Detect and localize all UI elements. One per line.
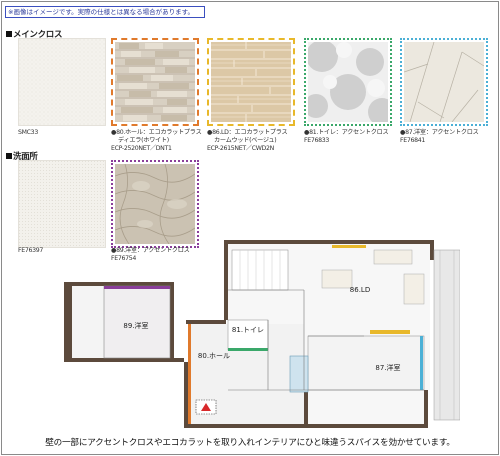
swatch-room89-cloth <box>111 160 199 248</box>
smc33-texture <box>19 39 105 125</box>
swatch-room87-cloth <box>400 38 488 126</box>
swatch-smc33 <box>18 38 106 126</box>
swatch-code-1: SMC33 <box>18 129 38 136</box>
bottom-caption: 壁の一部にアクセントクロスやエコカラットを取り入れインテリアにひと味違うスパイス… <box>45 438 455 448</box>
room-label-toilet: 81.トイレ <box>232 326 264 334</box>
disclaimer-note: ※画像はイメージです。実際の仕様とは異なる場合があります。 <box>5 6 205 18</box>
room-label-87: 87.洋室 <box>375 363 400 372</box>
room-label-89: 89.洋室 <box>123 321 148 330</box>
swatch-code-2: ECP-2520NET／DNT1 <box>111 145 172 152</box>
line-pattern-texture <box>403 41 485 123</box>
bullet-square-icon <box>6 31 12 37</box>
floor-plan-drawing: 86.LD 89.洋室 81.トイレ 80.ホール 87.洋室 <box>64 240 461 428</box>
room-label-hall: 80.ホール <box>198 352 230 360</box>
floor-plan: 86.LD 89.洋室 81.トイレ 80.ホール 87.洋室 <box>64 240 461 428</box>
bullet-square-icon <box>6 153 12 159</box>
fine-texture <box>19 161 105 247</box>
swatch-code-3: ECP-2615NET／CWD2N <box>207 145 274 152</box>
circle-pattern-texture <box>304 40 396 126</box>
swatch-toilet-cloth <box>304 38 396 126</box>
room-label-ld: 86.LD <box>350 286 370 294</box>
swatch-fe76397 <box>18 160 106 248</box>
swatch-hall-ecocarat <box>111 38 199 126</box>
swatch-ld-ecocarat <box>207 38 295 126</box>
leaf-pattern-texture <box>114 163 196 245</box>
wood-tile-texture <box>211 42 291 122</box>
stone-tile-texture <box>115 42 195 122</box>
swatch-code-4: FE76833 <box>304 137 330 144</box>
swatch-code-5: FE76841 <box>400 137 426 144</box>
swatch-code-6: FE76397 <box>18 247 44 254</box>
